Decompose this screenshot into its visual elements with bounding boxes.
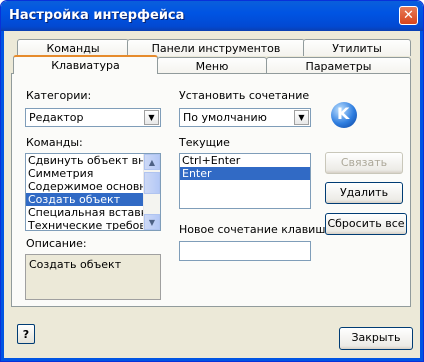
current-shortcuts-list[interactable]: Ctrl+Enter Enter xyxy=(179,153,311,209)
help-icon[interactable]: ? xyxy=(17,324,35,344)
list-item[interactable]: Содержимое основной xyxy=(26,180,160,193)
categories-select[interactable]: Редактор ▼ xyxy=(25,108,161,127)
tab-toolbars[interactable]: Панели инструментов xyxy=(127,39,305,56)
list-item[interactable]: Специальная вставка... xyxy=(26,206,160,219)
delete-button[interactable]: Удалить xyxy=(325,182,403,204)
tab-options[interactable]: Параметры xyxy=(266,57,411,74)
list-item-selected[interactable]: Создать объект xyxy=(26,193,160,206)
description-text: Создать объект xyxy=(29,258,122,271)
title-bar[interactable]: Настройка интерфейса ✕ xyxy=(1,1,423,31)
shortcut-scheme-select[interactable]: По умолчанию ▼ xyxy=(179,108,311,127)
scrollbar-thumb[interactable] xyxy=(144,172,160,194)
window-title: Настройка интерфейса xyxy=(9,8,185,23)
commands-label: Команды: xyxy=(26,136,83,149)
frame-right xyxy=(420,31,423,361)
list-item[interactable]: Сдвинуть объект вниз xyxy=(26,154,160,167)
chevron-up-icon[interactable]: ▲ xyxy=(144,154,160,170)
new-shortcut-input[interactable] xyxy=(179,241,311,261)
tab-utilities[interactable]: Утилиты xyxy=(303,39,411,56)
tab-commands[interactable]: Команды xyxy=(17,39,129,56)
commands-list[interactable]: Сдвинуть объект вниз Симметрия Содержимо… xyxy=(25,153,161,231)
list-item[interactable]: Симметрия xyxy=(26,167,160,180)
list-item[interactable]: Технические требования xyxy=(26,219,160,230)
chevron-down-icon[interactable]: ▼ xyxy=(144,110,159,125)
new-shortcut-label: Новое сочетание клавиш: xyxy=(179,223,330,236)
shortcut-scheme-value: По умолчанию xyxy=(183,111,267,124)
categories-label: Категории: xyxy=(26,89,92,102)
assign-button[interactable]: Связать xyxy=(325,152,403,174)
frame-bottom xyxy=(1,358,423,361)
close-button[interactable]: Закрыть xyxy=(339,327,413,350)
categories-value: Редактор xyxy=(29,111,84,124)
close-icon: ✕ xyxy=(403,8,414,23)
close-window-button[interactable]: ✕ xyxy=(399,6,418,25)
tab-menu[interactable]: Меню xyxy=(157,57,267,74)
list-item-selected[interactable]: Enter xyxy=(180,167,310,180)
set-shortcut-label: Установить сочетание xyxy=(179,89,310,102)
reset-all-button[interactable]: Сбросить все xyxy=(325,213,407,235)
chevron-down-icon[interactable]: ▼ xyxy=(144,214,160,230)
current-label: Текущие xyxy=(179,136,230,149)
dialog-window: Настройка интерфейса ✕ Команды Панели ин… xyxy=(0,0,424,362)
app-logo-icon: K xyxy=(331,102,357,128)
description-label: Описание: xyxy=(26,237,87,250)
logo-letter: K xyxy=(337,104,350,123)
tab-keyboard[interactable]: Клавиатура xyxy=(13,55,158,74)
commands-scrollbar[interactable]: ▲ ▼ xyxy=(143,154,160,230)
description-box: Создать объект xyxy=(25,254,161,300)
list-item[interactable]: Ctrl+Enter xyxy=(180,154,310,167)
chevron-down-icon[interactable]: ▼ xyxy=(294,110,309,125)
frame-left xyxy=(1,31,4,361)
